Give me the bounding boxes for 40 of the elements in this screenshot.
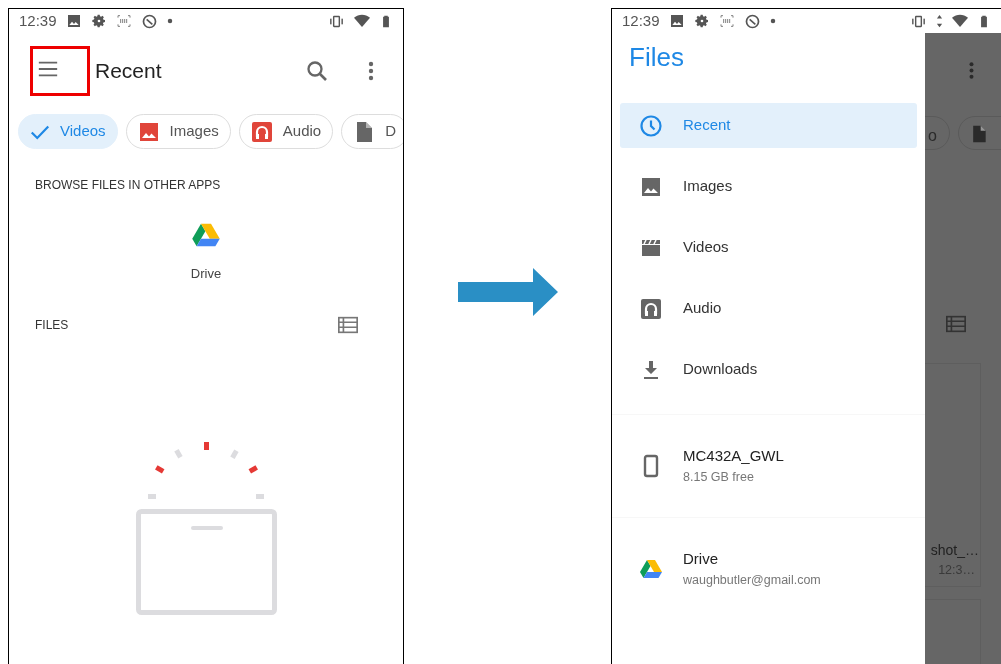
more-icon (969, 62, 974, 79)
circle-icon (140, 12, 158, 30)
drawer-item[interactable]: Images (620, 164, 917, 209)
drawer-item[interactable]: Videos (620, 225, 917, 270)
list-view-icon (945, 313, 967, 335)
dot-icon (166, 18, 173, 24)
drawer-item[interactable]: Downloads (620, 347, 917, 392)
image-icon (65, 13, 82, 29)
circle-icon (743, 12, 761, 30)
status-time: 12:39 (19, 10, 57, 31)
filter-chip[interactable]: Audio (238, 114, 334, 149)
search-icon[interactable] (305, 59, 329, 83)
root-title[interactable]: Drive (683, 548, 821, 571)
app-label[interactable]: Drive (190, 264, 222, 284)
drawer-title: Files (628, 41, 685, 74)
scan-icon (718, 13, 735, 29)
right-arrow-icon (457, 268, 558, 316)
section-heading: BROWSE FILES IN OTHER APPS (34, 177, 222, 194)
drive-icon (639, 557, 663, 581)
screen-title: Recent (95, 58, 162, 85)
settings-icon (90, 13, 107, 29)
filter-chip[interactable]: Images (125, 114, 231, 149)
image-icon (668, 13, 685, 29)
data-arrows-icon (936, 14, 943, 28)
wifi-icon (952, 13, 968, 29)
headphones-icon (249, 119, 274, 144)
filter-chip[interactable]: D (341, 114, 403, 149)
headphones-icon (639, 296, 663, 321)
status-time: 12:39 (622, 10, 660, 31)
dot-icon (769, 18, 776, 24)
root-subtitle: waughbutler@gmail.com (683, 571, 821, 589)
root-subtitle: 8.15 GB free (683, 468, 755, 486)
wifi-icon (354, 13, 370, 29)
root-title[interactable]: MC432A_GWL (683, 445, 784, 468)
scan-icon (115, 13, 132, 29)
drawer-item[interactable]: Audio (620, 286, 917, 331)
settings-icon (693, 13, 710, 29)
section-heading: FILES (34, 316, 70, 334)
file-name: shot_… (930, 541, 979, 560)
clock-icon (639, 113, 663, 138)
